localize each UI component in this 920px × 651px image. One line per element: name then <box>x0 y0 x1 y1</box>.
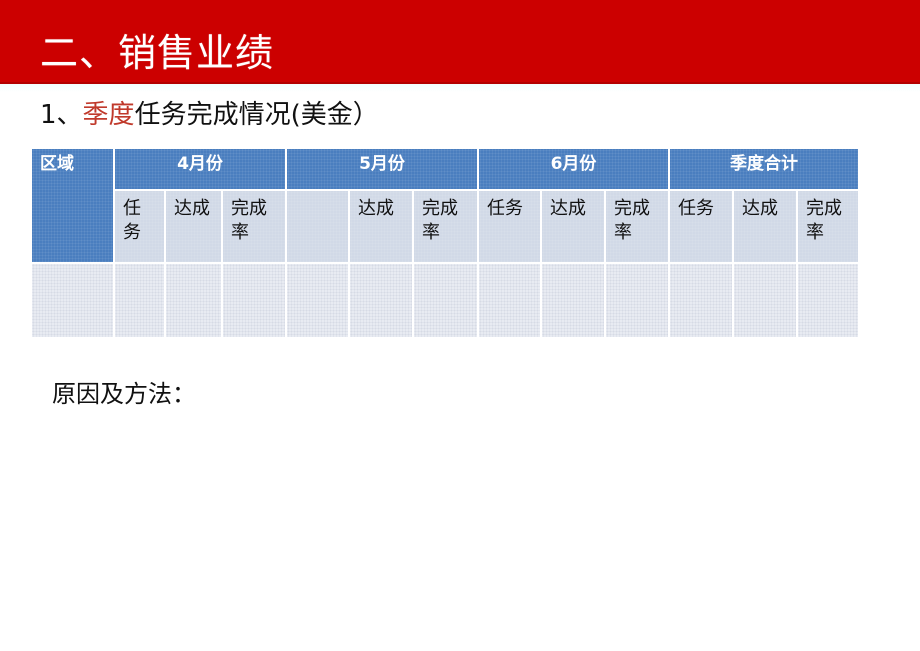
header-row-months: 区域 4月份 5月份 6月份 季度合计 <box>30 147 860 264</box>
header-completion-rate: 完成 率 <box>221 189 287 264</box>
table-cell[interactable] <box>164 262 223 339</box>
table-cell[interactable] <box>668 262 734 339</box>
section-highlight: 季度 <box>82 100 135 130</box>
header-region: 区域 <box>30 147 115 264</box>
table-row <box>30 262 860 339</box>
title-banner: 二、销售业绩 <box>0 0 920 84</box>
table-cell[interactable] <box>540 262 606 339</box>
table-cell[interactable] <box>796 262 860 339</box>
table-cell[interactable] <box>412 262 479 339</box>
header-task: 任务 <box>668 189 734 264</box>
section-number: 1、 <box>40 100 83 130</box>
header-task: 任务 <box>477 189 542 264</box>
table-cell[interactable] <box>221 262 287 339</box>
table-cell[interactable] <box>113 262 166 339</box>
header-completion-rate: 完成 率 <box>796 189 860 264</box>
cell-region[interactable] <box>30 262 115 339</box>
header-achieved: 达成 <box>164 189 223 264</box>
table-cell[interactable] <box>285 262 350 339</box>
header-month-may: 5月份 <box>285 147 479 191</box>
table-cell[interactable] <box>348 262 414 339</box>
header-completion-rate: 完成 率 <box>604 189 670 264</box>
section-heading: 1、季度任务完成情况(美金） <box>40 96 379 134</box>
banner-divider <box>0 84 920 92</box>
header-achieved: 达成 <box>732 189 798 264</box>
slide-title: 二、销售业绩 <box>40 31 275 75</box>
header-row-metrics: 任 务 达成 完成 率 达成 完成 率 任务 达成 完成 率 任务 达成 完成 … <box>31 189 860 264</box>
reasons-and-methods-label: 原因及方法： <box>52 380 196 408</box>
table-cell[interactable] <box>477 262 542 339</box>
section-heading-text: 任务完成情况(美金） <box>134 100 379 130</box>
header-achieved: 达成 <box>540 189 606 264</box>
header-task <box>285 189 350 264</box>
header-quarter-total: 季度合计 <box>668 147 860 191</box>
sales-performance-table: 区域 4月份 5月份 6月份 季度合计 任 务 达成 完成 率 达成 完成 率 … <box>30 147 860 339</box>
header-task: 任 务 <box>113 189 166 264</box>
header-month-april: 4月份 <box>113 147 287 191</box>
header-completion-rate: 完成 率 <box>412 189 479 264</box>
table-cell[interactable] <box>604 262 670 339</box>
header-achieved: 达成 <box>348 189 414 264</box>
table-cell[interactable] <box>732 262 798 339</box>
header-month-june: 6月份 <box>477 147 670 191</box>
